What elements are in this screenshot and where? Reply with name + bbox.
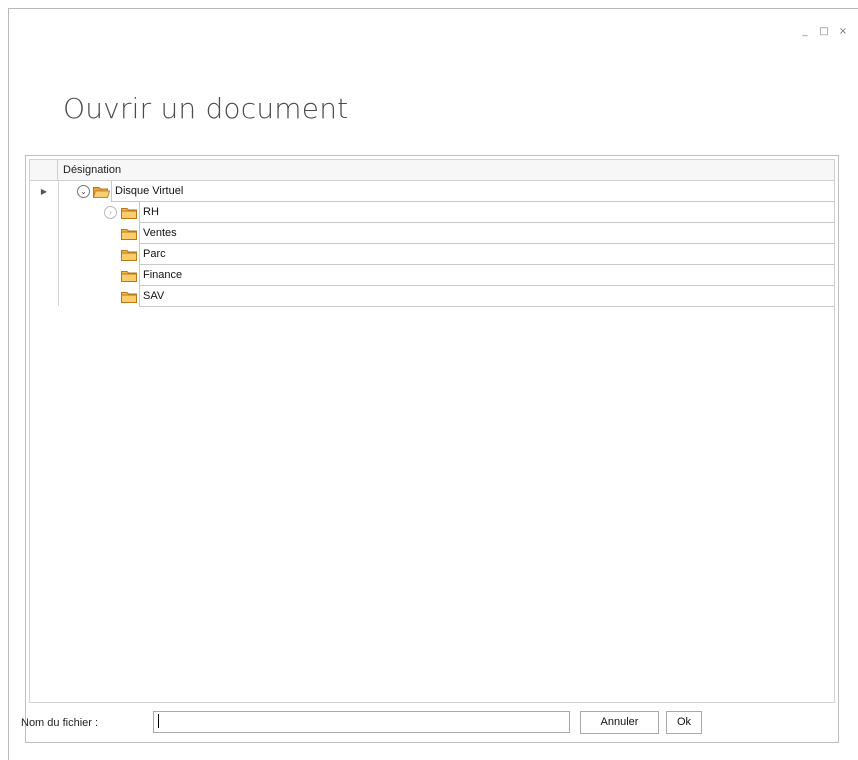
- tree-row-parc[interactable]: Parc: [30, 244, 834, 265]
- tree-row-ventes[interactable]: Ventes: [30, 223, 834, 244]
- tree-row-disque-virtuel[interactable]: ▶ ⌄ Disque Virtuel: [30, 181, 834, 202]
- folder-icon: [121, 249, 138, 261]
- tree-row-sav[interactable]: SAV: [30, 286, 834, 307]
- tree-row-label: RH: [139, 202, 834, 223]
- focused-row-indicator-icon: ▶: [40, 187, 48, 196]
- folder-icon: [121, 291, 138, 303]
- file-name-label: Nom du fichier :: [21, 717, 99, 729]
- cancel-button[interactable]: Annuler: [580, 711, 659, 734]
- close-icon[interactable]: ×: [838, 26, 848, 37]
- column-header-designation[interactable]: Désignation: [63, 164, 121, 176]
- folder-icon: [121, 228, 138, 240]
- tree-row-label: SAV: [139, 286, 834, 307]
- window-controls: _ □ ×: [800, 26, 848, 37]
- folder-icon: [121, 270, 138, 282]
- tree-row-label: Ventes: [139, 223, 834, 244]
- tree-header: Désignation: [30, 160, 834, 181]
- tree-row-label: Parc: [139, 244, 834, 265]
- folder-tree[interactable]: Désignation ▶ ⌄ Disque Virtuel › RH Vent…: [29, 159, 835, 703]
- file-name-input[interactable]: [153, 711, 570, 733]
- document-panel: Désignation ▶ ⌄ Disque Virtuel › RH Vent…: [25, 155, 839, 743]
- maximize-icon[interactable]: □: [819, 26, 829, 37]
- folder-icon: [121, 207, 138, 219]
- text-caret: [158, 714, 159, 728]
- row-indicator-header: [30, 160, 58, 181]
- minimize-icon[interactable]: _: [800, 26, 810, 37]
- tree-row-label: Disque Virtuel: [111, 181, 834, 202]
- ok-button[interactable]: Ok: [666, 711, 702, 734]
- tree-row-rh[interactable]: › RH: [30, 202, 834, 223]
- collapse-circle-icon[interactable]: ⌄: [77, 185, 90, 198]
- folder-open-icon: [93, 186, 110, 198]
- expand-circle-icon[interactable]: ›: [104, 206, 117, 219]
- page-title: Ouvrir un document: [63, 92, 349, 125]
- tree-row-label: Finance: [139, 265, 834, 286]
- tree-row-finance[interactable]: Finance: [30, 265, 834, 286]
